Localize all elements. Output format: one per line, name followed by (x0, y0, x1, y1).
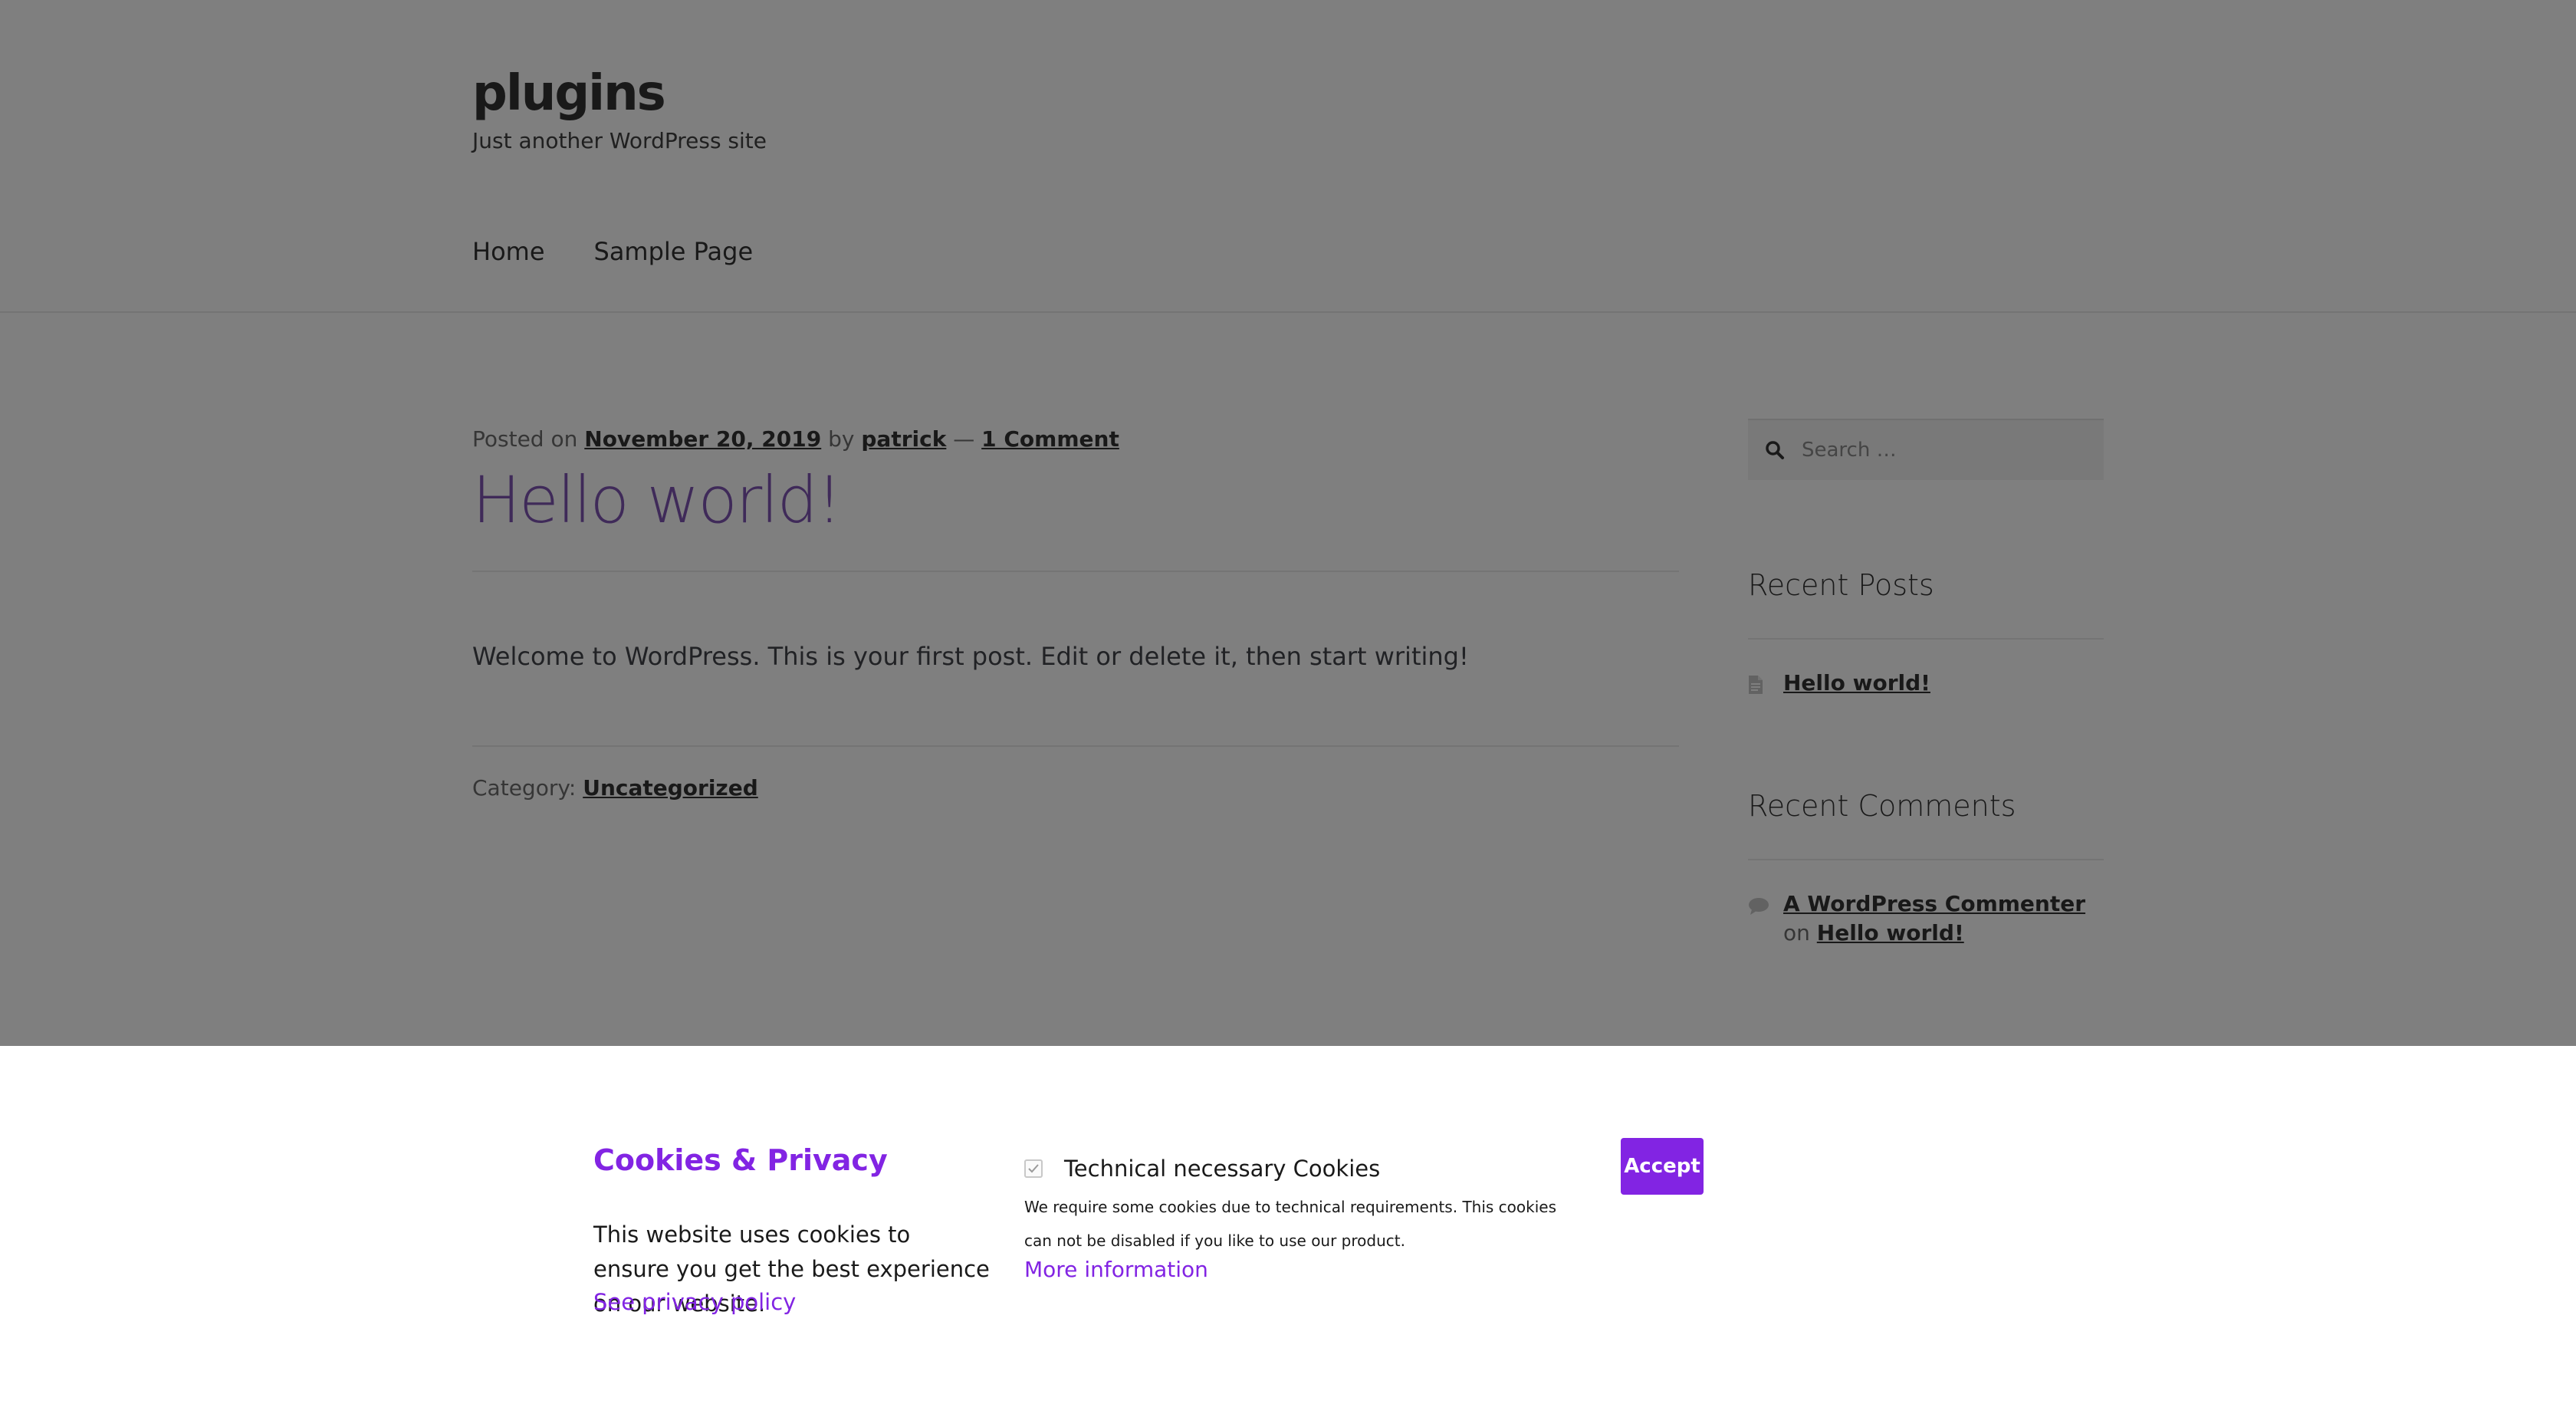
accept-button[interactable]: Accept (1621, 1138, 1704, 1195)
technical-cookies-description: We require some cookies due to technical… (1024, 1198, 1557, 1250)
technical-cookies-label: Technical necessary Cookies (1064, 1156, 1381, 1182)
check-icon (1028, 1164, 1039, 1173)
cookie-banner: Cookies & Privacy This website uses cook… (0, 1046, 2576, 1414)
cookie-banner-title: Cookies & Privacy (593, 1143, 888, 1177)
technical-cookies-checkbox[interactable] (1024, 1159, 1043, 1178)
privacy-policy-link[interactable]: See privacy policy (593, 1287, 796, 1317)
more-information-link[interactable]: More information (1024, 1255, 1208, 1285)
modal-overlay[interactable] (0, 0, 2576, 1046)
